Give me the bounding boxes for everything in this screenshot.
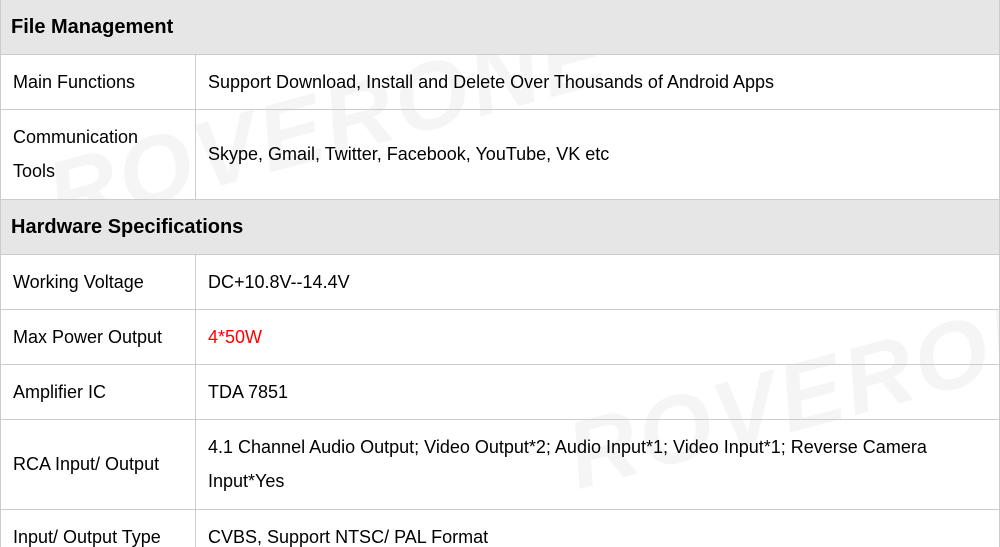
row-label: Working Voltage bbox=[1, 254, 196, 309]
section-file-management: File Management bbox=[1, 0, 1000, 55]
section-title: File Management bbox=[1, 0, 1000, 55]
table-row: Main Functions Support Download, Install… bbox=[1, 55, 1000, 110]
row-value: 4.1 Channel Audio Output; Video Output*2… bbox=[196, 420, 1000, 509]
section-hardware-specifications: Hardware Specifications bbox=[1, 199, 1000, 254]
table-row: Amplifier IC TDA 7851 bbox=[1, 364, 1000, 419]
row-label: Max Power Output bbox=[1, 309, 196, 364]
row-label: Communication Tools bbox=[1, 110, 196, 199]
row-label: Amplifier IC bbox=[1, 364, 196, 419]
row-label: RCA Input/ Output bbox=[1, 420, 196, 509]
table-row: Max Power Output 4*50W bbox=[1, 309, 1000, 364]
row-value: TDA 7851 bbox=[196, 364, 1000, 419]
table-row: Communication Tools Skype, Gmail, Twitte… bbox=[1, 110, 1000, 199]
row-label: Main Functions bbox=[1, 55, 196, 110]
table-row: Input/ Output Type CVBS, Support NTSC/ P… bbox=[1, 509, 1000, 547]
section-title: Hardware Specifications bbox=[1, 199, 1000, 254]
row-value: Skype, Gmail, Twitter, Facebook, YouTube… bbox=[196, 110, 1000, 199]
row-value: DC+10.8V--14.4V bbox=[196, 254, 1000, 309]
row-label: Input/ Output Type bbox=[1, 509, 196, 547]
table-row: RCA Input/ Output 4.1 Channel Audio Outp… bbox=[1, 420, 1000, 509]
table-row: Working Voltage DC+10.8V--14.4V bbox=[1, 254, 1000, 309]
row-value: 4*50W bbox=[196, 309, 1000, 364]
row-value: Support Download, Install and Delete Ove… bbox=[196, 55, 1000, 110]
spec-table: File Management Main Functions Support D… bbox=[0, 0, 1000, 547]
row-value: CVBS, Support NTSC/ PAL Format bbox=[196, 509, 1000, 547]
